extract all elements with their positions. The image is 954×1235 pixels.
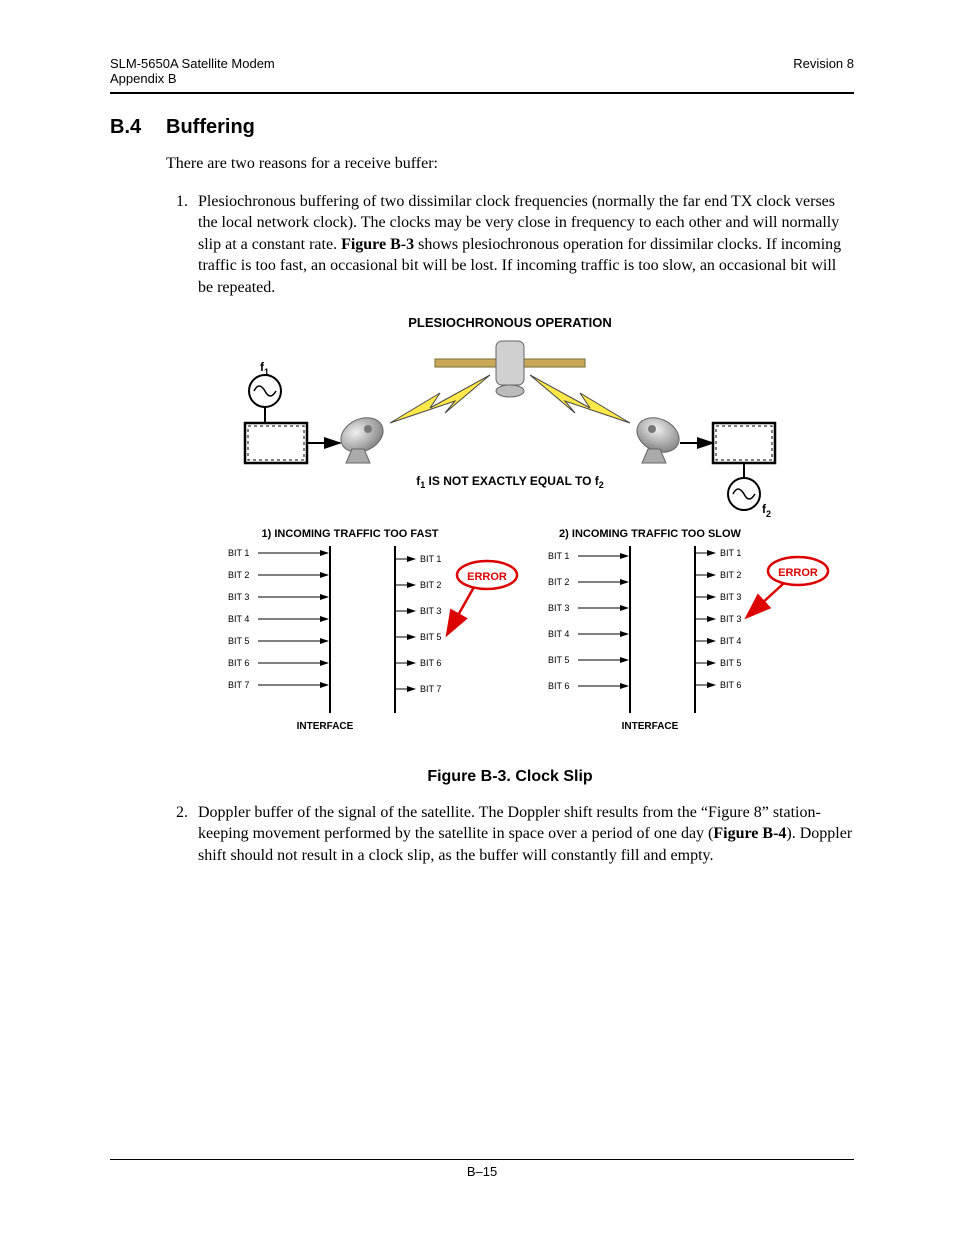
svg-text:BIT 6: BIT 6 bbox=[228, 658, 249, 668]
svg-text:BIT 7: BIT 7 bbox=[420, 684, 441, 694]
left-out-bits: BIT 1 BIT 2 BIT 3 BIT 5 BIT 6 BIT 7 bbox=[395, 554, 441, 694]
svg-text:BIT 4: BIT 4 bbox=[720, 636, 741, 646]
svg-text:BIT 7: BIT 7 bbox=[228, 680, 249, 690]
svg-text:BIT 5: BIT 5 bbox=[720, 658, 741, 668]
panel-too-slow: 2) INCOMING TRAFFIC TOO SLOW INTERFACE B… bbox=[548, 528, 828, 732]
interface-label-right: INTERFACE bbox=[622, 721, 679, 732]
figure-svg: PLESIOCHRONOUS OPERATION f1 bbox=[190, 313, 830, 753]
figure-b3: PLESIOCHRONOUS OPERATION f1 bbox=[166, 313, 854, 786]
right-in-bits: BIT 1 BIT 2 BIT 3 BIT 4 BIT 5 BIT 6 bbox=[548, 551, 628, 691]
panel-right-header: 2) INCOMING TRAFFIC TOO SLOW bbox=[559, 528, 742, 540]
interface-label-left: INTERFACE bbox=[297, 721, 354, 732]
left-in-bits: BIT 1 BIT 2 BIT 3 BIT 4 BIT 5 BIT 6 BIT … bbox=[228, 548, 328, 690]
figure-caption: Figure B-3. Clock Slip bbox=[166, 768, 854, 786]
svg-text:BIT 6: BIT 6 bbox=[548, 681, 569, 691]
svg-text:BIT 3: BIT 3 bbox=[228, 592, 249, 602]
svg-text:BIT 5: BIT 5 bbox=[420, 632, 441, 642]
svg-text:BIT 3: BIT 3 bbox=[720, 614, 741, 624]
document-page: SLM-5650A Satellite Modem Appendix B Rev… bbox=[0, 0, 954, 1235]
item1-figure-ref: Figure B-3 bbox=[341, 236, 414, 253]
svg-text:BIT 2: BIT 2 bbox=[228, 570, 249, 580]
header-appendix: Appendix B bbox=[110, 71, 275, 86]
svg-text:BIT 1: BIT 1 bbox=[720, 548, 741, 558]
figure-title: PLESIOCHRONOUS OPERATION bbox=[408, 315, 611, 330]
footer-rule bbox=[110, 1159, 854, 1160]
satellite-icon bbox=[435, 341, 585, 397]
svg-text:BIT 3: BIT 3 bbox=[420, 606, 441, 616]
header-rule bbox=[110, 92, 854, 94]
header-product: SLM-5650A Satellite Modem bbox=[110, 56, 275, 71]
list-item: Doppler buffer of the signal of the sate… bbox=[192, 802, 854, 867]
section-number: B.4 bbox=[110, 116, 166, 139]
svg-text:BIT 4: BIT 4 bbox=[228, 614, 249, 624]
svg-text:BIT 2: BIT 2 bbox=[548, 577, 569, 587]
panel-left-header: 1) INCOMING TRAFFIC TOO FAST bbox=[261, 528, 438, 540]
svg-text:BIT 3: BIT 3 bbox=[720, 592, 741, 602]
svg-text:BIT 2: BIT 2 bbox=[420, 580, 441, 590]
panel-too-fast: 1) INCOMING TRAFFIC TOO FAST INTERFACE B… bbox=[228, 528, 517, 732]
link-right-icon bbox=[530, 375, 630, 423]
figure-note: f1 IS NOT EXACTLY EQUAL TO f2 bbox=[416, 474, 604, 490]
section-title: Buffering bbox=[166, 116, 255, 138]
ground-station-right-icon: f2 bbox=[631, 411, 775, 519]
section-heading: B.4Buffering bbox=[110, 116, 854, 139]
svg-text:BIT 1: BIT 1 bbox=[228, 548, 249, 558]
error-label-left: ERROR bbox=[467, 571, 507, 583]
page-header: SLM-5650A Satellite Modem Appendix B Rev… bbox=[110, 56, 854, 86]
right-out-bits: BIT 1 BIT 2 BIT 3 BIT 3 BIT 4 BIT 5 BIT … bbox=[695, 548, 741, 690]
svg-text:BIT 1: BIT 1 bbox=[548, 551, 569, 561]
error-label-right: ERROR bbox=[778, 567, 818, 579]
header-right: Revision 8 bbox=[793, 56, 854, 86]
f2-label: f2 bbox=[762, 502, 771, 519]
svg-text:BIT 4: BIT 4 bbox=[548, 629, 569, 639]
error-pointer-left bbox=[448, 587, 474, 633]
svg-text:BIT 5: BIT 5 bbox=[228, 636, 249, 646]
svg-text:BIT 6: BIT 6 bbox=[420, 658, 441, 668]
reason-list-cont: Doppler buffer of the signal of the sate… bbox=[192, 802, 854, 867]
list-item: Plesiochronous buffering of two dissimil… bbox=[192, 191, 854, 299]
section-body: There are two reasons for a receive buff… bbox=[166, 153, 854, 866]
item2-figure-ref: Figure B-4 bbox=[713, 825, 786, 842]
page-footer: B–15 bbox=[110, 1153, 854, 1180]
svg-text:BIT 3: BIT 3 bbox=[548, 603, 569, 613]
header-left: SLM-5650A Satellite Modem Appendix B bbox=[110, 56, 275, 86]
svg-text:BIT 2: BIT 2 bbox=[720, 570, 741, 580]
error-pointer-right bbox=[748, 583, 784, 616]
header-revision: Revision 8 bbox=[793, 56, 854, 71]
page-number: B–15 bbox=[110, 1164, 854, 1179]
link-left-icon bbox=[390, 375, 490, 423]
svg-text:BIT 6: BIT 6 bbox=[720, 680, 741, 690]
svg-text:BIT 1: BIT 1 bbox=[420, 554, 441, 564]
intro-paragraph: There are two reasons for a receive buff… bbox=[166, 153, 854, 175]
reason-list: Plesiochronous buffering of two dissimil… bbox=[192, 191, 854, 299]
svg-text:BIT 5: BIT 5 bbox=[548, 655, 569, 665]
ground-station-left-icon: f1 bbox=[245, 360, 389, 463]
